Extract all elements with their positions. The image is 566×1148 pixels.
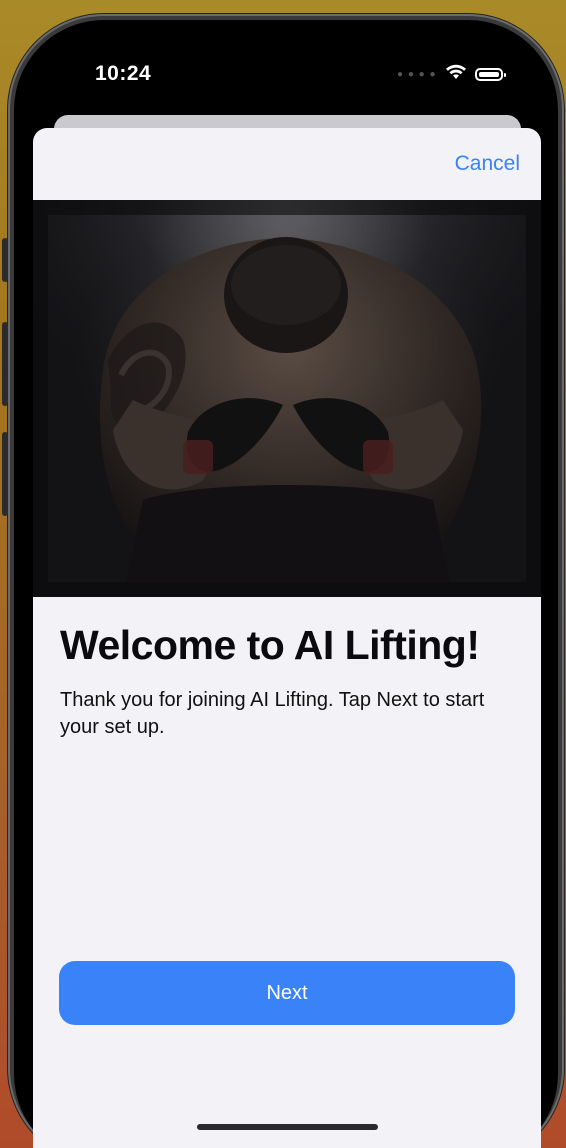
- cellular-dots-icon: ● ● ● ●: [397, 69, 437, 80]
- battery-icon: [474, 68, 506, 81]
- volume-down-button: [2, 432, 8, 516]
- welcome-sheet: Cancel Welcome to AI Lifting! Thank you …: [33, 128, 541, 1148]
- status-icons: ● ● ● ●: [397, 64, 506, 85]
- volume-up-button: [2, 322, 8, 406]
- boxer-photo: [33, 200, 541, 597]
- next-button[interactable]: Next: [59, 961, 515, 1025]
- cancel-button[interactable]: Cancel: [455, 152, 520, 176]
- welcome-subtitle: Thank you for joining AI Lifting. Tap Ne…: [60, 689, 485, 738]
- action-button: [2, 238, 8, 282]
- welcome-title: Welcome to AI Lifting!: [60, 622, 480, 668]
- wifi-icon: [445, 64, 467, 85]
- status-time: 10:24: [95, 62, 152, 85]
- sheet-header: Cancel: [33, 128, 541, 200]
- hero-image: [33, 200, 541, 597]
- welcome-content: Welcome to AI Lifting! Thank you for joi…: [60, 621, 520, 741]
- dynamic-island: [222, 50, 344, 86]
- home-indicator[interactable]: [197, 1124, 378, 1130]
